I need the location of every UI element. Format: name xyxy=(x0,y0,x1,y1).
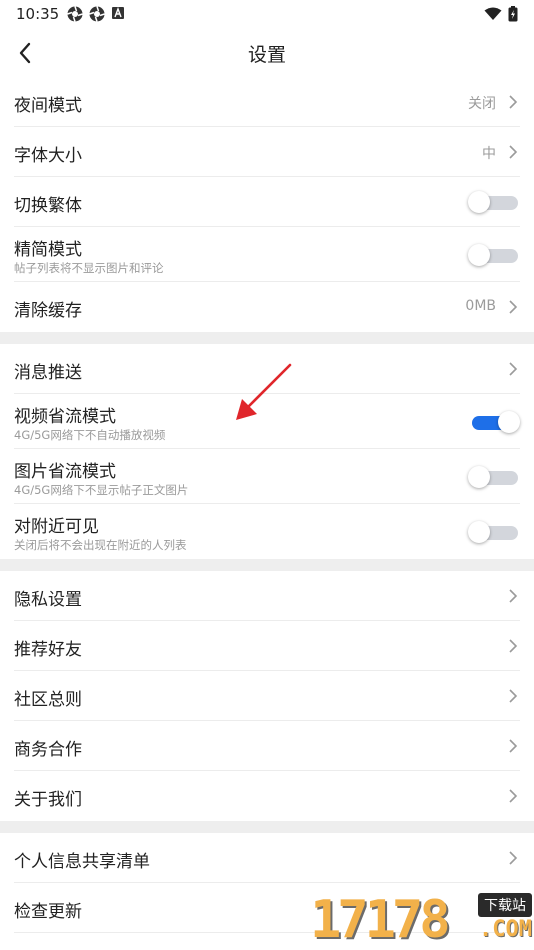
image-data-saver-toggle[interactable] xyxy=(468,465,520,489)
visible-nearby-toggle[interactable] xyxy=(468,520,520,544)
setting-label: 推荐好友 xyxy=(14,640,82,660)
status-system-icons xyxy=(484,6,518,22)
setting-row-clear-cache[interactable]: 清除缓存 0MB xyxy=(14,282,520,332)
status-bar: 10:35 xyxy=(0,0,534,28)
setting-label: 商务合作 xyxy=(14,740,82,760)
setting-label: 个人信息共享清单 xyxy=(14,852,150,872)
setting-row-lite-mode: 精简模式 帖子列表将不显示图片和评论 xyxy=(14,227,520,282)
traditional-chinese-toggle[interactable] xyxy=(468,190,520,214)
status-time: 10:35 xyxy=(16,5,60,23)
setting-label: 切换繁体 xyxy=(14,196,82,216)
settings-list: 夜间模式 关闭 字体大小 中 切换繁体 精简模式 帖子列表将不显示图片和评论 清… xyxy=(0,77,534,933)
setting-label: 夜间模式 xyxy=(14,96,82,116)
setting-row-privacy[interactable]: 隐私设置 xyxy=(14,571,520,621)
setting-description: 4G/5G网络下不自动播放视频 xyxy=(14,428,166,442)
lite-mode-toggle[interactable] xyxy=(468,243,520,267)
setting-row-recommend-friends[interactable]: 推荐好友 xyxy=(14,621,520,671)
setting-row-traditional-chinese: 切换繁体 xyxy=(14,177,520,227)
chevron-right-icon xyxy=(509,851,518,865)
setting-row-community-rules[interactable]: 社区总则 xyxy=(14,671,520,721)
chevron-right-icon xyxy=(509,145,518,159)
setting-row-night-mode[interactable]: 夜间模式 关闭 xyxy=(14,77,520,127)
setting-label: 社区总则 xyxy=(14,690,82,710)
setting-label: 精简模式 xyxy=(14,240,82,260)
setting-row-business-cooperation[interactable]: 商务合作 xyxy=(14,721,520,771)
section-divider xyxy=(0,559,534,571)
battery-charging-icon xyxy=(508,6,518,22)
setting-description: 帖子列表将不显示图片和评论 xyxy=(14,261,164,275)
section-divider xyxy=(0,821,534,833)
wifi-icon xyxy=(484,7,502,20)
video-data-saver-toggle[interactable] xyxy=(468,410,520,434)
setting-value: 关闭 xyxy=(468,96,496,112)
setting-description: 关闭后将不会出现在附近的人列表 xyxy=(14,538,187,552)
setting-label: 检查更新 xyxy=(14,902,82,922)
aperture-icon xyxy=(89,6,105,22)
aperture-icon xyxy=(67,6,83,22)
section-divider xyxy=(0,332,534,344)
page-title: 设置 xyxy=(247,44,286,66)
setting-label: 字体大小 xyxy=(14,146,82,166)
setting-row-image-data-saver: 图片省流模式 4G/5G网络下不显示帖子正文图片 xyxy=(14,449,520,504)
a-badge-icon xyxy=(112,7,124,19)
chevron-right-icon xyxy=(509,95,518,109)
setting-row-visible-nearby: 对附近可见 关闭后将不会出现在附近的人列表 xyxy=(14,504,520,559)
setting-row-personal-info-sharing[interactable]: 个人信息共享清单 xyxy=(14,833,520,883)
setting-label: 关于我们 xyxy=(14,790,82,810)
red-arrow-annotation-icon xyxy=(236,363,292,420)
chevron-right-icon xyxy=(509,639,518,653)
chevron-right-icon xyxy=(509,362,518,376)
setting-label: 对附近可见 xyxy=(14,517,99,537)
setting-label: 隐私设置 xyxy=(14,590,82,610)
status-notification-icons xyxy=(67,6,125,22)
nav-bar: 设置 xyxy=(0,28,534,76)
setting-value: 中 xyxy=(482,146,496,162)
setting-label: 视频省流模式 xyxy=(14,407,116,427)
chevron-right-icon xyxy=(509,689,518,703)
setting-row-font-size[interactable]: 字体大小 中 xyxy=(14,127,520,177)
watermark-domain: .COM xyxy=(479,917,532,942)
site-watermark: 17178 下载站 .COM xyxy=(308,890,534,950)
chevron-right-icon xyxy=(509,789,518,803)
chevron-right-icon xyxy=(509,739,518,753)
setting-label: 清除缓存 xyxy=(14,301,82,321)
setting-label: 消息推送 xyxy=(14,363,82,383)
setting-value: 0MB xyxy=(465,298,496,314)
setting-description: 4G/5G网络下不显示帖子正文图片 xyxy=(14,483,189,497)
watermark-badge: 下载站 xyxy=(478,893,532,917)
setting-label: 图片省流模式 xyxy=(14,462,116,482)
chevron-right-icon xyxy=(509,589,518,603)
setting-row-about-us[interactable]: 关于我们 xyxy=(14,771,520,821)
watermark-digits: 17178 xyxy=(310,890,451,950)
chevron-right-icon xyxy=(509,300,518,314)
